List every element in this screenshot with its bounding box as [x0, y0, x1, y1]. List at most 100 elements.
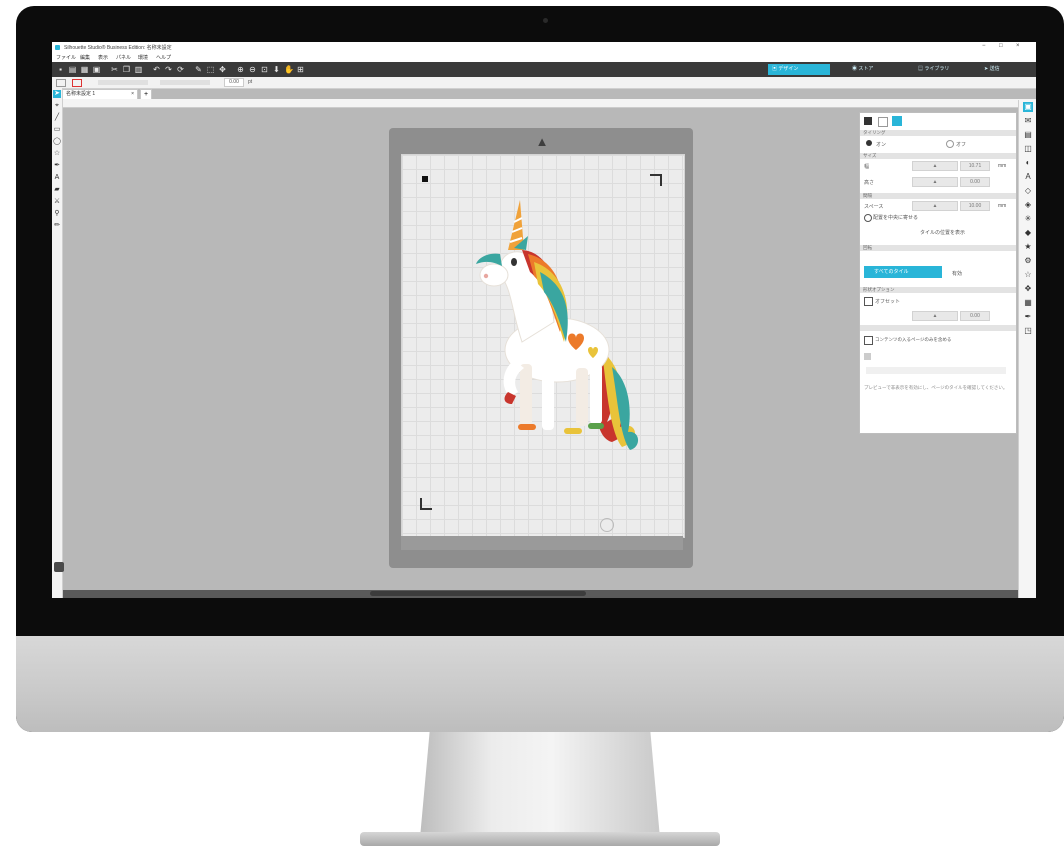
menu-edit[interactable]: 編集: [80, 54, 90, 61]
width-slider[interactable]: ▲: [912, 161, 958, 171]
fill-icon[interactable]: ◐: [1023, 158, 1033, 168]
menu-view[interactable]: 表示: [98, 54, 108, 61]
send-icon[interactable]: ✉: [1023, 116, 1033, 126]
line-style-dropdown[interactable]: [98, 80, 148, 85]
eraser-icon[interactable]: ▰: [53, 186, 61, 194]
offset-icon[interactable]: ◇: [1023, 186, 1033, 196]
show-tiles-button[interactable]: タイルの位置を表示: [920, 229, 965, 236]
print-icon[interactable]: ▣: [92, 65, 101, 74]
library-icon[interactable]: ▤: [1023, 130, 1033, 140]
left-toolbar: ➤ ⌖ ╱ ▭ ◯ ☆ ✒ A ▰ ⚔ ⚲ ✏: [52, 88, 63, 598]
rectangle-icon[interactable]: ▭: [53, 126, 61, 134]
panel-tab-page-icon[interactable]: [864, 117, 872, 125]
pencil-icon[interactable]: ✏: [53, 222, 61, 230]
layers-icon[interactable]: ▦: [1023, 298, 1033, 308]
modify-icon[interactable]: ◆: [1023, 228, 1033, 238]
cut-icon[interactable]: ✂: [110, 65, 119, 74]
height-slider[interactable]: ▲: [912, 177, 958, 187]
unicorn-design[interactable]: [442, 192, 662, 472]
width-input[interactable]: 10.71: [960, 161, 990, 171]
menu-file[interactable]: ファイル: [56, 54, 76, 61]
tab-library-label: ライブラリ: [924, 66, 950, 72]
menu-help[interactable]: ヘルプ: [156, 54, 171, 61]
hand-icon[interactable]: ✋: [284, 65, 294, 74]
center-layout-radio[interactable]: [864, 214, 872, 222]
align-icon[interactable]: ★: [1023, 242, 1033, 252]
tile-select-dropdown[interactable]: [866, 367, 1006, 374]
tab-send[interactable]: ➤ 送信: [980, 64, 1034, 75]
apply-all-tiles-button[interactable]: すべてのタイル: [864, 266, 942, 278]
tab-close-icon[interactable]: ×: [131, 90, 134, 99]
ellipse-icon[interactable]: ◯: [53, 138, 61, 146]
spacing-input[interactable]: 10.00: [960, 201, 990, 211]
rotate-icon[interactable]: ☆: [1023, 270, 1033, 280]
scrollbar-thumb[interactable]: [370, 591, 586, 596]
content-pages-checkbox[interactable]: [864, 336, 873, 345]
spacing-slider[interactable]: ▲: [912, 201, 958, 211]
on-label: オン: [876, 142, 887, 148]
maximize-icon[interactable]: □: [999, 43, 1003, 49]
copy-icon[interactable]: ❐: [122, 65, 131, 74]
zoom-fit-icon[interactable]: ⊡: [260, 65, 269, 74]
line-color-swatch[interactable]: [72, 79, 82, 87]
knife-icon[interactable]: ⚔: [53, 198, 61, 206]
refresh-icon[interactable]: ⟳: [176, 65, 185, 74]
trace-icon[interactable]: ◈: [1023, 200, 1033, 210]
eyedropper-icon[interactable]: ⚲: [53, 210, 61, 218]
menu-panels[interactable]: パネル: [116, 54, 131, 61]
pen-icon[interactable]: ✒: [1023, 312, 1033, 322]
undo-icon[interactable]: ↶: [152, 65, 161, 74]
section-size: サイズ: [860, 153, 1016, 159]
image-icon[interactable]: ◳: [1023, 326, 1033, 336]
panel-tab-grid-icon[interactable]: [878, 117, 888, 127]
line-weight-dropdown[interactable]: [160, 80, 210, 85]
text-style-icon[interactable]: A: [1023, 172, 1033, 182]
save-icon[interactable]: ▦: [80, 65, 89, 74]
quick-access-icon[interactable]: [54, 562, 64, 572]
tab-send-label: 送信: [989, 66, 1000, 72]
disabled-checkbox: [864, 353, 871, 360]
freehand-icon[interactable]: ✒: [53, 162, 61, 170]
new-document-icon[interactable]: ▪: [56, 65, 65, 74]
offset-checkbox[interactable]: [864, 297, 873, 306]
text-icon[interactable]: A: [53, 174, 61, 182]
on-radio[interactable]: [866, 140, 872, 146]
select-all-icon[interactable]: ⬚: [206, 65, 215, 74]
offset-slider[interactable]: ▲: [912, 311, 958, 321]
mat-edge-strip: [401, 536, 683, 550]
tab-design-label: デザイン: [778, 66, 799, 72]
grid-icon[interactable]: ⊞: [296, 65, 305, 74]
pointer-icon[interactable]: ➤: [53, 90, 61, 98]
replicate-icon[interactable]: ✳: [1023, 214, 1033, 224]
redo-icon[interactable]: ↷: [164, 65, 173, 74]
zoom-out-icon[interactable]: ⊖: [248, 65, 257, 74]
move-icon[interactable]: ✥: [1023, 284, 1033, 294]
weight-input[interactable]: 0.00: [224, 78, 244, 87]
spacing-label: スペース: [864, 204, 884, 210]
fill-swatch[interactable]: [56, 79, 66, 87]
draw-icon[interactable]: ✎: [194, 65, 203, 74]
panel-tab-tile-icon[interactable]: [892, 116, 902, 126]
off-radio[interactable]: [946, 140, 954, 148]
move-down-icon[interactable]: ⬇: [272, 65, 281, 74]
tab-store[interactable]: ◉ ストア: [848, 64, 902, 75]
pan-icon[interactable]: ✥: [218, 65, 227, 74]
scale-icon[interactable]: ⚙: [1023, 256, 1033, 266]
zoom-in-icon[interactable]: ⊕: [236, 65, 245, 74]
minimize-icon[interactable]: −: [982, 43, 986, 49]
paste-icon[interactable]: ▥: [134, 65, 143, 74]
page-setup-icon[interactable]: ▣: [1023, 102, 1033, 112]
open-icon[interactable]: ▤: [68, 65, 77, 74]
send-tab-icon: ➤: [984, 66, 989, 72]
line-icon[interactable]: ╱: [53, 114, 61, 122]
tab-design[interactable]: ▣ デザイン: [768, 64, 830, 75]
right-panel-icons: ▣ ✉ ▤ ◫ ◐ A ◇ ◈ ✳ ◆ ★ ⚙ ☆ ✥ ▦ ✒ ◳: [1018, 100, 1036, 598]
height-input[interactable]: 0.00: [960, 177, 990, 187]
menu-preferences[interactable]: 環境: [138, 54, 148, 61]
edit-points-icon[interactable]: ⌖: [53, 102, 61, 110]
close-icon[interactable]: ×: [1016, 43, 1020, 49]
offset-input[interactable]: 0.00: [960, 311, 990, 321]
tab-library[interactable]: ▤ ライブラリ: [914, 64, 974, 75]
polygon-icon[interactable]: ☆: [53, 150, 61, 158]
transform-icon[interactable]: ◫: [1023, 144, 1033, 154]
